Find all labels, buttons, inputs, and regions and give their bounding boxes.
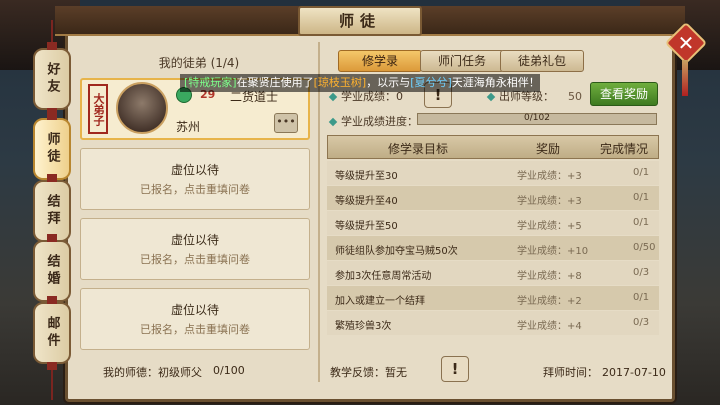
side-tab-friends[interactable]: 好友: [33, 42, 71, 116]
cell-goal: 等级提升至50: [335, 221, 398, 232]
cell-status: 0/1: [633, 192, 650, 203]
broadcast-text: ，以示与: [366, 76, 411, 89]
cell-reward: 学业成绩：+5: [517, 221, 582, 232]
vacant-slot[interactable]: 虚位以待 已报名，点击重填问卷: [80, 218, 310, 280]
table-row: 加入或建立一个结拜 学业成绩：+2 0/1: [327, 286, 659, 310]
cell-reward: 学业成绩：+3: [517, 171, 582, 182]
date-info: 拜师时间： 2017-07-10: [543, 364, 666, 380]
virtue-label: 我的师德：初级师父: [103, 366, 202, 379]
disciple-stamp: 大弟子: [88, 84, 108, 134]
date-label: 拜师时间：: [543, 366, 598, 379]
vacant-slot-subtitle: 已报名，点击重填问卷: [140, 323, 250, 336]
diamond-icon: [328, 92, 338, 102]
progress-info: 学业成绩进度：: [328, 113, 418, 129]
tassel-decoration: [682, 60, 688, 96]
table-row: 等级提升至40 学业成绩：+3 0/1: [327, 186, 659, 210]
table-row: 繁殖珍兽3次 学业成绩：+4 0/3: [327, 311, 659, 335]
progress-label: 学业成绩进度：: [341, 115, 418, 128]
feedback-label: 教学反馈：暂无: [330, 366, 407, 379]
vacant-slot-subtitle: 已报名，点击重填问卷: [140, 253, 250, 266]
broadcast-banner: [特戒玩家]在聚贤庄使用了[琼枝玉树]，以示与[夏兮兮]天涯海角永相伴！: [180, 74, 540, 92]
tab-disciple-gift[interactable]: 徒弟礼包: [500, 50, 584, 72]
cell-status: 0/1: [633, 292, 650, 303]
cell-reward: 学业成绩：+2: [517, 296, 582, 307]
table-row: 等级提升至30 学业成绩：+3 0/1: [327, 161, 659, 185]
broadcast-player: [特戒玩家]: [184, 76, 237, 89]
table-row: 参加3次任意周常活动 学业成绩：+8 0/3: [327, 261, 659, 285]
diamond-icon: [486, 92, 496, 102]
cell-reward: 学业成绩：+10: [517, 246, 589, 257]
tab-sect-tasks[interactable]: 师门任务: [420, 50, 504, 72]
score-progress-bar: 0/102: [417, 113, 657, 125]
cell-status: 0/3: [633, 317, 650, 328]
side-tab-mail[interactable]: 邮件: [33, 296, 71, 370]
tab-study-record[interactable]: 修学录: [338, 50, 422, 72]
cell-reward: 学业成绩：+8: [517, 271, 582, 282]
header-status: 完成情况: [599, 142, 648, 156]
cell-reward: 学业成绩：+3: [517, 196, 582, 207]
broadcast-text: 在聚贤庄使用了: [236, 76, 314, 89]
table-row: 等级提升至50 学业成绩：+5 0/1: [327, 211, 659, 235]
vacant-slot[interactable]: 虚位以待 已报名，点击重填问卷: [80, 288, 310, 350]
vacant-slot-title: 虚位以待: [170, 163, 219, 177]
cell-status: 0/3: [633, 267, 650, 278]
vacant-slot[interactable]: 虚位以待 已报名，点击重填问卷: [80, 148, 310, 210]
virtue-value: 0/100: [213, 364, 245, 377]
feedback-info: 教学反馈：暂无: [330, 364, 407, 380]
cell-status: 0/1: [633, 167, 650, 178]
virtue-info: 我的师德：初级师父 0/100: [103, 364, 245, 380]
cell-reward: 学业成绩：+4: [517, 321, 582, 332]
disciple-city: 苏州: [176, 120, 201, 134]
broadcast-target: [夏兮兮]: [410, 76, 452, 89]
header-reward: 奖励: [535, 142, 560, 156]
table-header: 修学录目标 奖励 完成情况: [327, 135, 659, 159]
window-title: 师徒: [298, 6, 422, 36]
feedback-help-button[interactable]: !: [441, 356, 469, 382]
vacant-slot-subtitle: 已报名，点击重填问卷: [140, 183, 250, 196]
cell-goal: 繁殖珍兽3次: [335, 321, 392, 332]
vacant-slot-title: 虚位以待: [170, 233, 219, 247]
avatar[interactable]: [116, 82, 168, 134]
header-goal: 修学录目标: [387, 142, 448, 156]
view-reward-button[interactable]: 查看奖励: [590, 82, 658, 106]
cell-goal: 等级提升至40: [335, 196, 398, 207]
side-tab-master-disciple[interactable]: 师徒: [33, 112, 71, 186]
cell-goal: 等级提升至30: [335, 171, 398, 182]
date-value: 2017-07-10: [602, 366, 666, 379]
table-row: 师徒组队参加夺宝马贼50次 学业成绩：+10 0/50: [327, 236, 659, 260]
more-options-button[interactable]: •••: [274, 113, 298, 133]
column-divider: [318, 42, 320, 382]
study-record-table: 修学录目标 奖励 完成情况 等级提升至30 学业成绩：+3 0/1 等级提升至40 学业…: [327, 135, 659, 341]
graduate-value: 50: [568, 90, 582, 103]
diamond-icon: [328, 117, 338, 127]
broadcast-item: [琼枝玉树]: [313, 76, 367, 89]
side-tab-sworn[interactable]: 结拜: [33, 174, 71, 248]
section-title-disciples: 我的徒弟 (1/4): [158, 56, 240, 70]
progress-text: 0/102: [524, 113, 550, 123]
vacant-slot-title: 虚位以待: [170, 303, 219, 317]
close-icon: ✕: [677, 31, 695, 55]
cell-goal: 加入或建立一个结拜: [335, 296, 425, 307]
side-tab-marriage[interactable]: 结婚: [33, 234, 71, 308]
broadcast-text: 天涯海角永相伴！: [451, 76, 540, 89]
cell-status: 0/1: [633, 217, 650, 228]
cell-status: 0/50: [633, 242, 656, 253]
cell-goal: 参加3次任意周常活动: [335, 271, 432, 282]
cell-goal: 师徒组队参加夺宝马贼50次: [335, 246, 458, 257]
